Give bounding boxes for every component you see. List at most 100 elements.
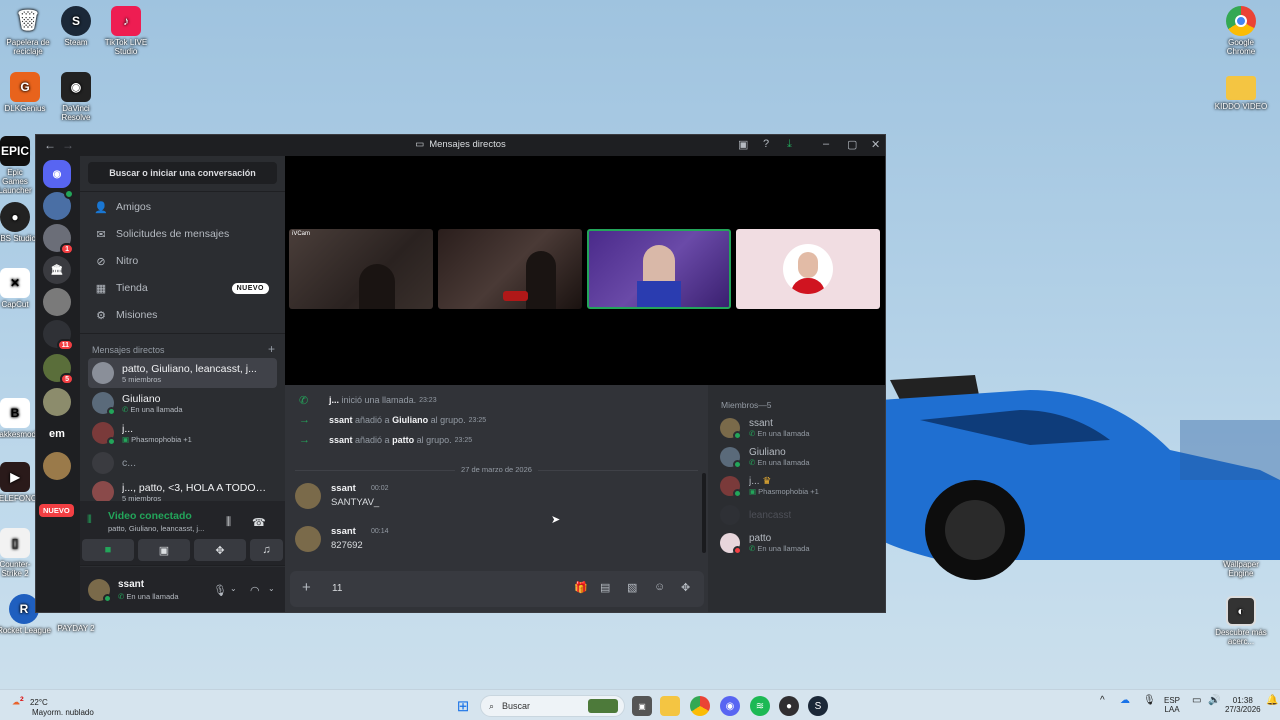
avatar[interactable] xyxy=(295,526,321,552)
chevron-down-icon[interactable]: ⌄ xyxy=(268,584,275,593)
clock[interactable]: 01:38 27/3/2026 xyxy=(1225,696,1261,714)
user-avatar[interactable] xyxy=(88,579,112,603)
gift-icon[interactable]: 🎁 xyxy=(574,581,588,594)
spotify-icon[interactable]: ≋ xyxy=(750,696,770,716)
avatar xyxy=(720,476,742,498)
server-5[interactable]: 11 xyxy=(43,320,74,351)
download-icon[interactable]: ⤓ xyxy=(787,138,792,151)
nav-quests[interactable]: ⚙ Misiones xyxy=(88,303,277,327)
gif-icon[interactable]: ▤ xyxy=(600,581,610,594)
video-tile-2[interactable] xyxy=(438,229,582,309)
davinci-icon: ◉ xyxy=(61,72,91,102)
desktop-icon-obs[interactable]: ● OBS Studio xyxy=(0,202,36,243)
discord-taskbar-icon[interactable]: ◉ xyxy=(720,696,740,716)
task-view-icon[interactable]: ▣ xyxy=(632,696,652,716)
nav-shop[interactable]: ▦ Tienda NUEVO xyxy=(88,276,277,300)
discord-home-icon[interactable]: ◉ xyxy=(43,160,71,188)
nav-message-requests[interactable]: ✉ Solicitudes de mensajes xyxy=(88,222,277,246)
soundboard-button[interactable]: ♫ xyxy=(250,539,283,561)
close-icon[interactable]: ✕ xyxy=(871,138,880,151)
maximize-icon[interactable]: ▢ xyxy=(847,138,857,151)
desktop-icon-davinci[interactable]: ◉ DaVinci Resolve xyxy=(48,72,104,122)
sticker-icon[interactable]: ▧ xyxy=(627,581,637,594)
desktop-icon-chrome[interactable]: Google Chrome xyxy=(1213,6,1269,56)
message-input[interactable]: 11 xyxy=(332,583,342,594)
desktop-icon-steam[interactable]: S Steam xyxy=(48,6,104,47)
noise-suppression-icon[interactable]: ⫼ xyxy=(226,516,231,529)
create-dm-plus-icon[interactable]: + xyxy=(268,342,275,356)
network-icon[interactable]: ▭ xyxy=(1192,696,1201,706)
chevron-down-icon[interactable]: ⌄ xyxy=(230,584,237,593)
server-1[interactable] xyxy=(43,189,74,220)
dm-item-giuliano[interactable]: Giuliano ✆ En una llamada xyxy=(88,388,277,418)
emoji-icon[interactable]: ☺ xyxy=(654,581,665,593)
taskbar-search[interactable]: ⌕ Buscar xyxy=(480,695,625,717)
arrow-right-icon: → xyxy=(299,414,310,426)
avatar[interactable] xyxy=(295,483,321,509)
soundboard-icon: ♫ xyxy=(262,544,271,556)
server-3-bank-icon[interactable]: 🏛 xyxy=(43,256,71,284)
start-button[interactable]: ⊞ xyxy=(453,696,473,716)
screen-share-icon[interactable]: ▣ xyxy=(738,138,748,151)
video-tile-4-avatar[interactable] xyxy=(736,229,880,309)
search-conversation-button[interactable]: Buscar o iniciar una conversación xyxy=(88,162,277,184)
video-tile-3-speaking[interactable] xyxy=(587,229,731,309)
weather-widget[interactable]: ☁2 22°C Mayorm. nublado xyxy=(12,695,94,718)
obs-taskbar-icon[interactable]: ● xyxy=(779,696,799,716)
desktop-icon-cs2[interactable]: ▯ Counter-Strike 2 xyxy=(0,528,36,578)
microphone-tray-icon[interactable]: 🎙 xyxy=(1143,696,1156,706)
microphone-icon[interactable]: 🎙 xyxy=(213,584,227,597)
notification-bell-icon[interactable]: 🔔 xyxy=(1266,696,1278,706)
desktop-icon-capcut[interactable]: ✕ CapCut xyxy=(0,268,36,309)
chat-message: ssant 00:14 827692 xyxy=(295,526,695,562)
server-8[interactable] xyxy=(43,452,71,480)
obs-icon: ● xyxy=(0,202,30,232)
nav-friends[interactable]: 👤 Amigos xyxy=(88,195,277,219)
file-explorer-icon[interactable] xyxy=(660,696,680,716)
desktop-icon-tiktok[interactable]: ♪ TikTok LIVE Studio xyxy=(98,6,154,56)
desktop-icon-kiddo-video[interactable]: KIDDO VIDEO xyxy=(1213,72,1269,111)
apps-icon[interactable]: ✥ xyxy=(681,581,690,594)
help-icon[interactable]: ? xyxy=(763,138,769,150)
member-patto[interactable]: patto ✆ En una llamada xyxy=(720,530,880,556)
desktop-icon-dlkgenius[interactable]: G DLKGenius xyxy=(0,72,53,113)
desktop-icon-epic[interactable]: EPIC Epic Games Launcher xyxy=(0,136,36,195)
video-tile-1[interactable]: iVCam xyxy=(289,229,433,309)
chrome-taskbar-icon[interactable] xyxy=(690,696,710,716)
dm-item-group-1[interactable]: patto, Giuliano, leancasst, j... 5 miembr… xyxy=(88,358,277,388)
phone-icon: ✆ xyxy=(299,394,309,407)
steam-taskbar-icon[interactable]: S xyxy=(808,696,828,716)
minimize-icon[interactable]: – xyxy=(823,138,829,150)
disconnect-icon[interactable]: ☎ xyxy=(252,516,266,529)
new-badge: NUEVO xyxy=(231,282,269,294)
desktop-icon-telefono[interactable]: ▶ TELEFONO xyxy=(0,462,36,503)
member-j[interactable]: j... ♛ ▣ Phasmophobia +1 xyxy=(720,473,880,499)
headphones-icon[interactable]: ◠ xyxy=(250,584,260,597)
chat-scrollbar[interactable] xyxy=(702,473,706,553)
onedrive-icon[interactable]: ☁ xyxy=(1120,696,1130,706)
server-em[interactable]: em xyxy=(43,420,71,448)
member-ssant[interactable]: ssant ✆ En una llamada xyxy=(720,415,880,441)
language-indicator[interactable]: ESP LAA xyxy=(1164,696,1180,714)
dm-item-j[interactable]: j... ▣ Phasmophobia +1 xyxy=(88,418,277,448)
attach-plus-icon[interactable]: + xyxy=(302,579,311,596)
camera-button[interactable]: ■ xyxy=(82,539,134,561)
server-rail: ◉ 1 🏛 11 5 em NUEVO xyxy=(36,156,80,612)
game-controller-icon: ▣ xyxy=(749,487,759,496)
date-divider: 27 de marzo de 2026 xyxy=(295,465,698,475)
activities-button[interactable]: ✥ xyxy=(194,539,246,561)
chevron-up-icon[interactable]: ^ xyxy=(1100,696,1105,706)
nav-nitro[interactable]: ⊘ Nitro xyxy=(88,249,277,273)
volume-icon[interactable]: 🔊 xyxy=(1208,696,1220,706)
dm-item-c[interactable]: c... xyxy=(88,448,277,478)
desktop-icon-bakkesmod[interactable]: B Bakkesmod xyxy=(0,398,36,439)
server-4[interactable] xyxy=(43,288,71,316)
member-leancasst[interactable]: leancasst xyxy=(720,502,880,528)
server-2[interactable]: 1 xyxy=(43,224,74,255)
share-screen-button[interactable]: ▣ xyxy=(138,539,190,561)
desktop-icon-discover[interactable]: ◐ Descubre más acerc... xyxy=(1213,596,1269,646)
server-7[interactable] xyxy=(43,388,71,416)
member-giuliano[interactable]: Giuliano ✆ En una llamada xyxy=(720,444,880,470)
voice-status[interactable]: Video conectado xyxy=(108,510,192,522)
server-6[interactable]: 5 xyxy=(43,354,74,385)
